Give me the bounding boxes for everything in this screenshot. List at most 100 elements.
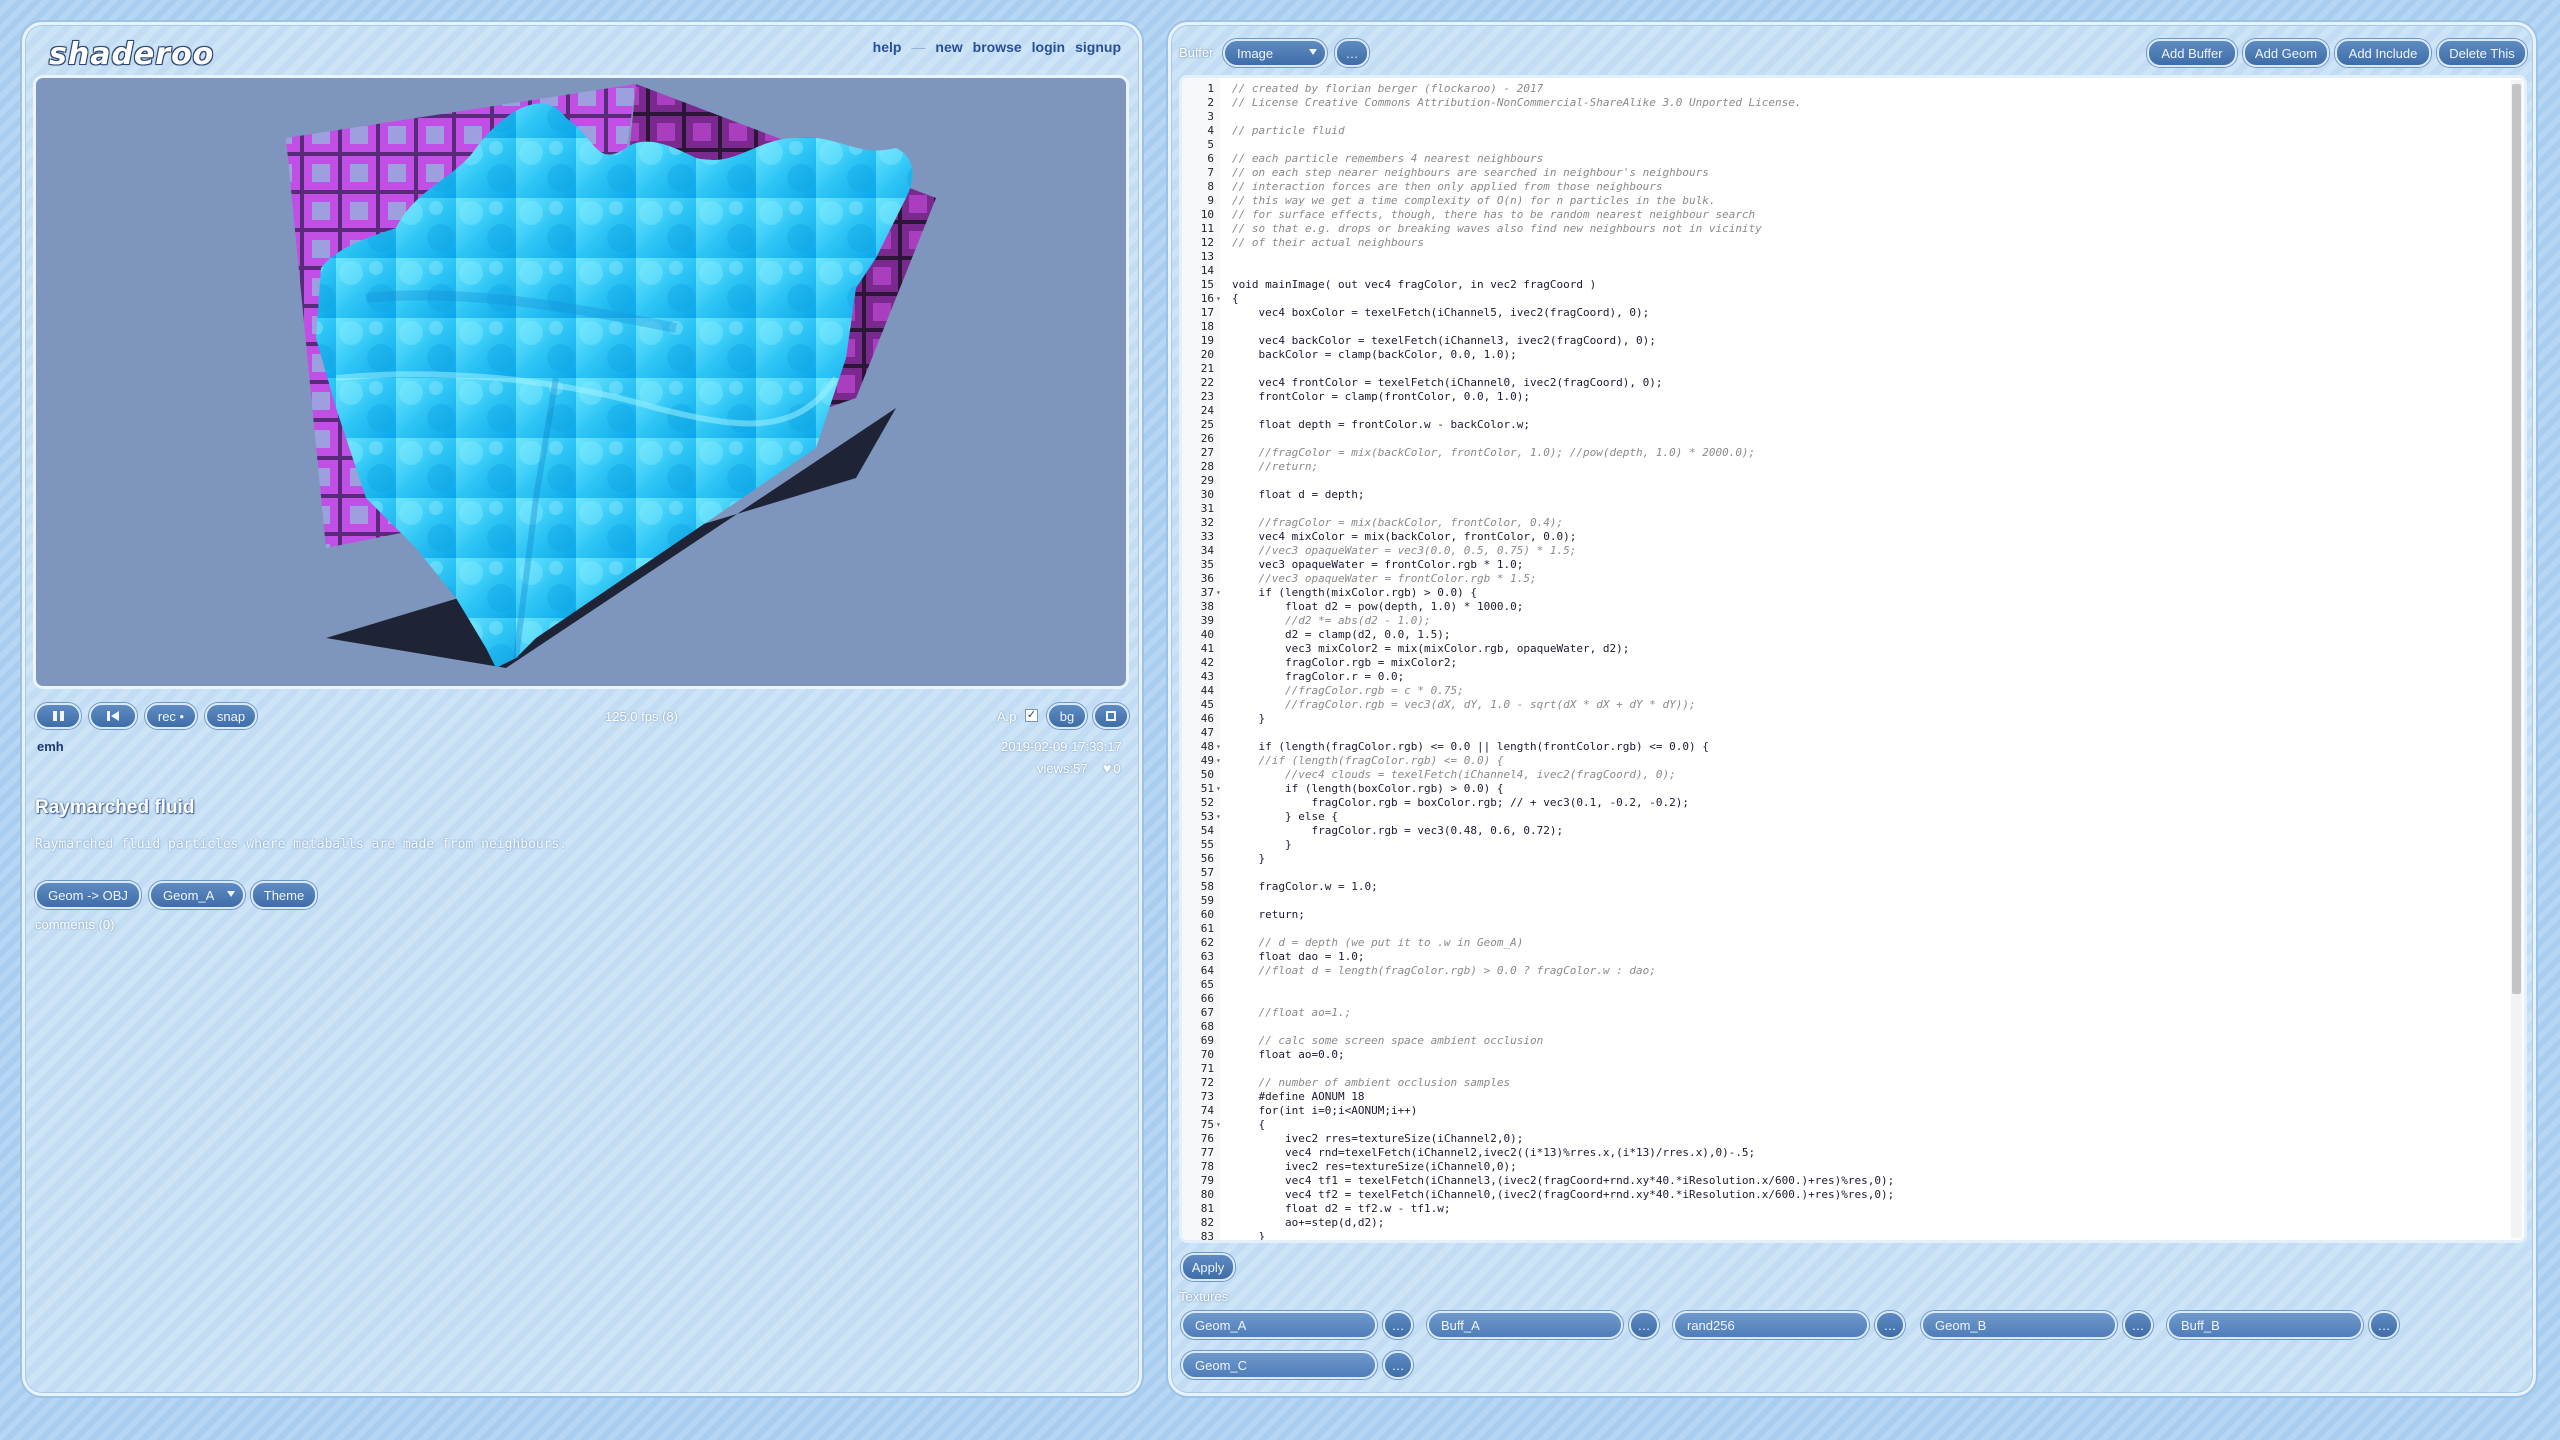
code-line[interactable]: 80 vec4 tf2 = texelFetch(iChannel0,(ivec… bbox=[1182, 1188, 2510, 1202]
code-line[interactable]: 26 bbox=[1182, 432, 2510, 446]
code-line[interactable]: 78 ivec2 res=textureSize(iChannel0,0); bbox=[1182, 1160, 2510, 1174]
code-line[interactable]: 24 bbox=[1182, 404, 2510, 418]
code-line[interactable]: 74 for(int i=0;i<AONUM;i++) bbox=[1182, 1104, 2510, 1118]
code-line[interactable]: 25 float depth = frontColor.w - backColo… bbox=[1182, 418, 2510, 432]
fold-icon[interactable]: ▾ bbox=[1216, 1118, 1221, 1132]
code-line[interactable]: 36 //vec3 opaqueWater = frontColor.rgb *… bbox=[1182, 572, 2510, 586]
code-line[interactable]: 20 backColor = clamp(backColor, 0.0, 1.0… bbox=[1182, 348, 2510, 362]
site-logo[interactable]: shaderoo bbox=[49, 37, 214, 72]
code-line[interactable]: 67 //float ao=1.; bbox=[1182, 1006, 2510, 1020]
aa-checkbox[interactable]: ✓ bbox=[1025, 709, 1038, 722]
code-line[interactable]: 31 bbox=[1182, 502, 2510, 516]
signup-link[interactable]: signup bbox=[1075, 39, 1121, 55]
help-link[interactable]: help bbox=[873, 39, 902, 55]
code-line[interactable]: 47 bbox=[1182, 726, 2510, 740]
add-buffer-button[interactable]: Add Buffer bbox=[2147, 39, 2237, 67]
code-line[interactable]: 65 bbox=[1182, 978, 2510, 992]
code-line[interactable]: 81 float d2 = tf2.w - tf1.w; bbox=[1182, 1202, 2510, 1216]
code-line[interactable]: 72 // number of ambient occlusion sample… bbox=[1182, 1076, 2510, 1090]
fold-icon[interactable]: ▾ bbox=[1216, 586, 1221, 600]
buffer-select[interactable]: Image bbox=[1223, 39, 1327, 67]
code-line[interactable]: 23 frontColor = clamp(frontColor, 0.0, 1… bbox=[1182, 390, 2510, 404]
code-line[interactable]: 77 vec4 rnd=texelFetch(iChannel2,ivec2((… bbox=[1182, 1146, 2510, 1160]
login-link[interactable]: login bbox=[1032, 39, 1065, 55]
code-line[interactable]: 55 } bbox=[1182, 838, 2510, 852]
code-line[interactable]: 38 float d2 = pow(depth, 1.0) * 1000.0; bbox=[1182, 600, 2510, 614]
bg-toggle-button[interactable]: bg bbox=[1047, 703, 1087, 729]
browse-link[interactable]: browse bbox=[973, 39, 1022, 55]
delete-buffer-button[interactable]: Delete This bbox=[2437, 39, 2527, 67]
code-line[interactable]: 34 //vec3 opaqueWater = vec3(0.0, 0.5, 0… bbox=[1182, 544, 2510, 558]
code-line[interactable]: 44 //fragColor.rgb = c * 0.75; bbox=[1182, 684, 2510, 698]
code-line[interactable]: 56 } bbox=[1182, 852, 2510, 866]
code-line[interactable]: 79 vec4 tf1 = texelFetch(iChannel3,(ivec… bbox=[1182, 1174, 2510, 1188]
code-line[interactable]: 11 // so that e.g. drops or breaking wave… bbox=[1182, 222, 2510, 236]
code-line[interactable]: 14 bbox=[1182, 264, 2510, 278]
code-line[interactable]: 33 vec4 mixColor = mix(backColor, frontC… bbox=[1182, 530, 2510, 544]
fold-icon[interactable]: ▾ bbox=[1216, 740, 1221, 754]
texture-slot-4-options[interactable]: … bbox=[2369, 1311, 2399, 1339]
code-line[interactable]: 45 //fragColor.rgb = vec3(dX, dY, 1.0 - … bbox=[1182, 698, 2510, 712]
texture-slot-0-options[interactable]: … bbox=[1383, 1311, 1413, 1339]
code-line[interactable]: 73 #define AONUM 18 bbox=[1182, 1090, 2510, 1104]
code-line[interactable]: 59 bbox=[1182, 894, 2510, 908]
code-line[interactable]: 35 vec3 opaqueWater = frontColor.rgb * 1… bbox=[1182, 558, 2510, 572]
code-line[interactable]: 17 vec4 boxColor = texelFetch(iChannel5,… bbox=[1182, 306, 2510, 320]
code-line[interactable]: 18 bbox=[1182, 320, 2510, 334]
fullscreen-button[interactable] bbox=[1093, 703, 1129, 729]
code-line[interactable]: 75 ▾ { bbox=[1182, 1118, 2510, 1132]
code-line[interactable]: 62 // d = depth (we put it to .w in Geom… bbox=[1182, 936, 2510, 950]
code-line[interactable]: 8 // interaction forces are then only app… bbox=[1182, 180, 2510, 194]
code-line[interactable]: 68 bbox=[1182, 1020, 2510, 1034]
code-line[interactable]: 64 //float d = length(fragColor.rgb) > 0… bbox=[1182, 964, 2510, 978]
code-line[interactable]: 6 // each particle remembers 4 nearest ne… bbox=[1182, 152, 2510, 166]
rewind-button[interactable] bbox=[89, 703, 137, 729]
code-line[interactable]: 4 // particle fluid bbox=[1182, 124, 2510, 138]
geom-select[interactable]: Geom_A bbox=[149, 881, 245, 909]
code-line[interactable]: 60 return; bbox=[1182, 908, 2510, 922]
texture-slot-2-options[interactable]: … bbox=[1875, 1311, 1905, 1339]
code-line[interactable]: 76 ivec2 rres=textureSize(iChannel2,0); bbox=[1182, 1132, 2510, 1146]
code-line[interactable]: 49 ▾ //if (length(fragColor.rgb) <= 0.0) … bbox=[1182, 754, 2510, 768]
code-line[interactable]: 21 bbox=[1182, 362, 2510, 376]
texture-slot-0[interactable]: Geom_A bbox=[1181, 1311, 1377, 1339]
code-line[interactable]: 46 } bbox=[1182, 712, 2510, 726]
like-widget[interactable]: ♥ 0 bbox=[1103, 760, 1121, 776]
texture-slot-2[interactable]: rand256 bbox=[1673, 1311, 1869, 1339]
code-line[interactable]: 57 bbox=[1182, 866, 2510, 880]
code-line[interactable]: 9 // this way we get a time complexity of… bbox=[1182, 194, 2510, 208]
shader-canvas[interactable] bbox=[33, 75, 1129, 689]
code-line[interactable]: 7 // on each step nearer neighbours are s… bbox=[1182, 166, 2510, 180]
code-line[interactable]: 42 fragColor.rgb = mixColor2; bbox=[1182, 656, 2510, 670]
code-line[interactable]: 39 //d2 *= abs(d2 - 1.0); bbox=[1182, 614, 2510, 628]
code-line[interactable]: 70 float ao=0.0; bbox=[1182, 1048, 2510, 1062]
texture-slot-4[interactable]: Buff_B bbox=[2167, 1311, 2363, 1339]
pause-button[interactable] bbox=[35, 703, 81, 729]
code-line[interactable]: 53 ▾ } else { bbox=[1182, 810, 2510, 824]
code-editor[interactable]: 1 // created by florian berger (flockaroo… bbox=[1179, 75, 2527, 1243]
code-line[interactable]: 19 vec4 backColor = texelFetch(iChannel3… bbox=[1182, 334, 2510, 348]
code-line[interactable]: 40 d2 = clamp(d2, 0.0, 1.5); bbox=[1182, 628, 2510, 642]
texture-slot-3[interactable]: Geom_B bbox=[1921, 1311, 2117, 1339]
code-line[interactable]: 5 bbox=[1182, 138, 2510, 152]
record-button[interactable]: rec • bbox=[145, 703, 197, 729]
code-line[interactable]: 69 // calc some screen space ambient occ… bbox=[1182, 1034, 2510, 1048]
code-line[interactable]: 66 bbox=[1182, 992, 2510, 1006]
code-line[interactable]: 27 //fragColor = mix(backColor, frontCol… bbox=[1182, 446, 2510, 460]
add-include-button[interactable]: Add Include bbox=[2335, 39, 2431, 67]
code-line[interactable]: 43 fragColor.r = 0.0; bbox=[1182, 670, 2510, 684]
texture-slot-1[interactable]: Buff_A bbox=[1427, 1311, 1623, 1339]
code-line[interactable]: 37 ▾ if (length(mixColor.rgb) > 0.0) { bbox=[1182, 586, 2510, 600]
new-link[interactable]: new bbox=[935, 39, 962, 55]
code-line[interactable]: 63 float dao = 1.0; bbox=[1182, 950, 2510, 964]
code-line[interactable]: 3 bbox=[1182, 110, 2510, 124]
snapshot-button[interactable]: snap bbox=[205, 703, 257, 729]
texture-slot-5[interactable]: Geom_C bbox=[1181, 1351, 1377, 1379]
code-line[interactable]: 2 // License Creative Commons Attribution… bbox=[1182, 96, 2510, 110]
author-link[interactable]: emh bbox=[37, 739, 64, 754]
texture-slot-3-options[interactable]: … bbox=[2123, 1311, 2153, 1339]
code-line[interactable]: 22 vec4 frontColor = texelFetch(iChannel… bbox=[1182, 376, 2510, 390]
fold-icon[interactable]: ▾ bbox=[1216, 754, 1221, 768]
code-line[interactable]: 10 // for surface effects, though, there … bbox=[1182, 208, 2510, 222]
code-line[interactable]: 48 ▾ if (length(fragColor.rgb) <= 0.0 || … bbox=[1182, 740, 2510, 754]
